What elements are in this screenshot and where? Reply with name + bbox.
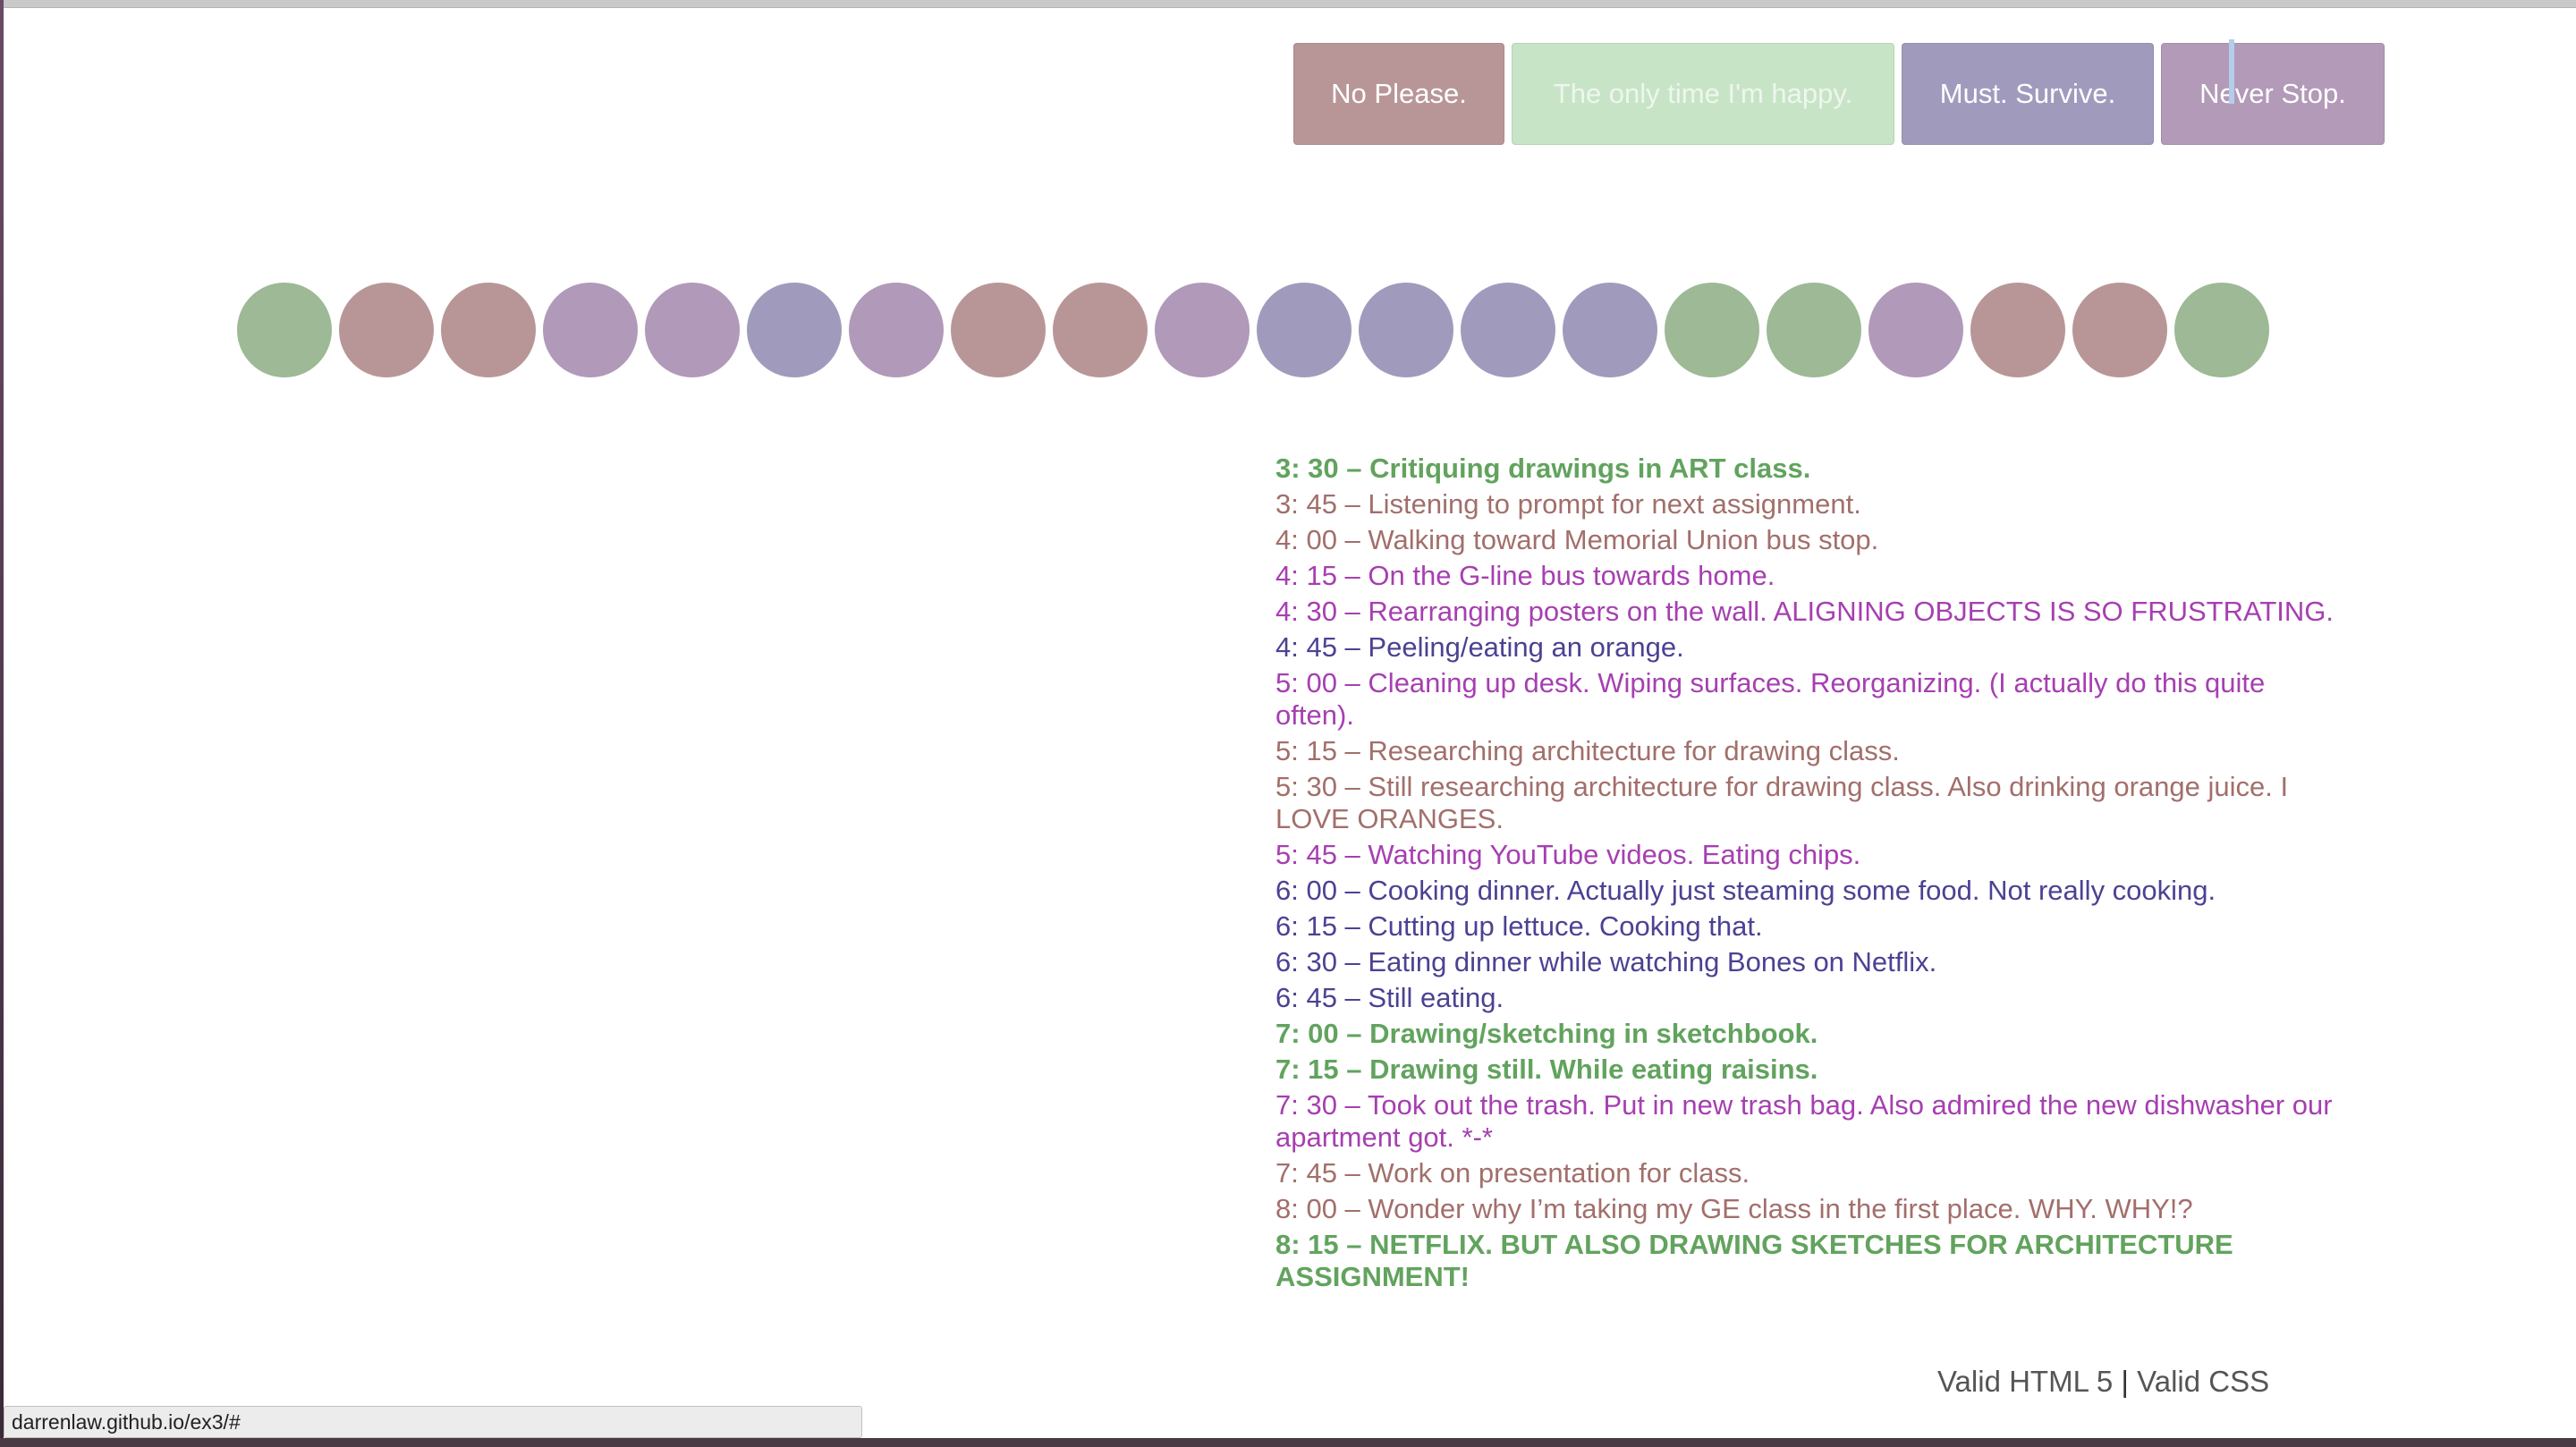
log-entry: 4: 00 – Walking toward Memorial Union bu… — [1275, 524, 1879, 555]
mood-dot-rose — [1970, 283, 2065, 377]
mood-dot-green — [1767, 283, 1861, 377]
mood-dot-rose — [1053, 283, 1148, 377]
status-bar-url: darrenlaw.github.io/ex3/# — [4, 1406, 862, 1438]
mood-dot-indigo — [1257, 283, 1352, 377]
mood-dot-rose — [2072, 283, 2167, 377]
mood-dot-rose — [951, 283, 1046, 377]
nav-button-no-please[interactable]: No Please. — [1293, 43, 1504, 145]
log-entry: 7: 45 – Work on presentation for class. — [1275, 1157, 1750, 1189]
mood-dot-indigo — [1359, 283, 1453, 377]
activity-log: 3: 30 – Critiquing drawings in ART class… — [1275, 453, 2349, 1297]
browser-top-edge — [0, 0, 2576, 8]
nav-button-never-stop[interactable]: Never Stop. — [2161, 43, 2385, 145]
log-entry: 5: 45 – Watching YouTube videos. Eating … — [1275, 839, 1861, 870]
valid-html-link[interactable]: Valid HTML 5 — [1937, 1365, 2113, 1398]
footer: Valid HTML 5 | Valid CSS — [1937, 1365, 2269, 1399]
log-entry: 4: 30 – Rearranging posters on the wall.… — [1275, 596, 2334, 627]
log-entry: 4: 15 – On the G-line bus towards home. — [1275, 560, 1775, 591]
mood-nav: No Please. The only time I'm happy. Must… — [1293, 39, 2385, 145]
mood-dot-green — [237, 283, 332, 377]
mood-dot-green — [2174, 283, 2269, 377]
mood-dot-rose — [339, 283, 434, 377]
log-entry: 8: 15 – NETFLIX. BUT ALSO DRAWING SKETCH… — [1275, 1229, 2233, 1292]
window-bottom-edge — [0, 1438, 2576, 1447]
window-left-edge — [0, 0, 4, 1447]
mood-dot-rose — [441, 283, 536, 377]
log-entry: 7: 30 – Took out the trash. Put in new t… — [1275, 1089, 2333, 1153]
log-entry: 4: 45 – Peeling/eating an orange. — [1275, 631, 1684, 663]
nav-button-only-time-happy[interactable]: The only time I'm happy. — [1512, 43, 1894, 145]
mood-dot-purple — [543, 283, 638, 377]
log-entry: 6: 00 – Cooking dinner. Actually just st… — [1275, 875, 2216, 906]
mood-dot-indigo — [1563, 283, 1657, 377]
log-entry: 3: 45 – Listening to prompt for next ass… — [1275, 488, 1861, 520]
nav-focus-marker — [2229, 39, 2234, 104]
mood-dot-green — [1665, 283, 1759, 377]
mood-dot-purple — [849, 283, 944, 377]
log-entry: 6: 45 – Still eating. — [1275, 982, 1504, 1013]
footer-separator: | — [2121, 1365, 2129, 1398]
mood-dot-purple — [1868, 283, 1963, 377]
valid-css-link[interactable]: Valid CSS — [2137, 1365, 2269, 1398]
mood-dot-indigo — [747, 283, 842, 377]
mood-dot-indigo — [1461, 283, 1555, 377]
log-entry: 6: 30 – Eating dinner while watching Bon… — [1275, 946, 1937, 977]
log-entry: 7: 00 – Drawing/sketching in sketchbook. — [1275, 1018, 1818, 1049]
log-entry: 6: 15 – Cutting up lettuce. Cooking that… — [1275, 910, 1763, 942]
log-entry: 5: 00 – Cleaning up desk. Wiping surface… — [1275, 667, 2266, 731]
nav-button-must-survive[interactable]: Must. Survive. — [1902, 43, 2154, 145]
log-entry: 5: 15 – Researching architecture for dra… — [1275, 735, 1900, 766]
mood-dot-purple — [1155, 283, 1250, 377]
log-entry: 7: 15 – Drawing still. While eating rais… — [1275, 1054, 1818, 1085]
log-entry: 5: 30 – Still researching architecture f… — [1275, 771, 2289, 834]
log-entry: 3: 30 – Critiquing drawings in ART class… — [1275, 453, 1811, 484]
log-entry: 8: 00 – Wonder why I’m taking my GE clas… — [1275, 1193, 2193, 1224]
mood-dot-row — [237, 283, 2269, 377]
mood-dot-purple — [645, 283, 740, 377]
